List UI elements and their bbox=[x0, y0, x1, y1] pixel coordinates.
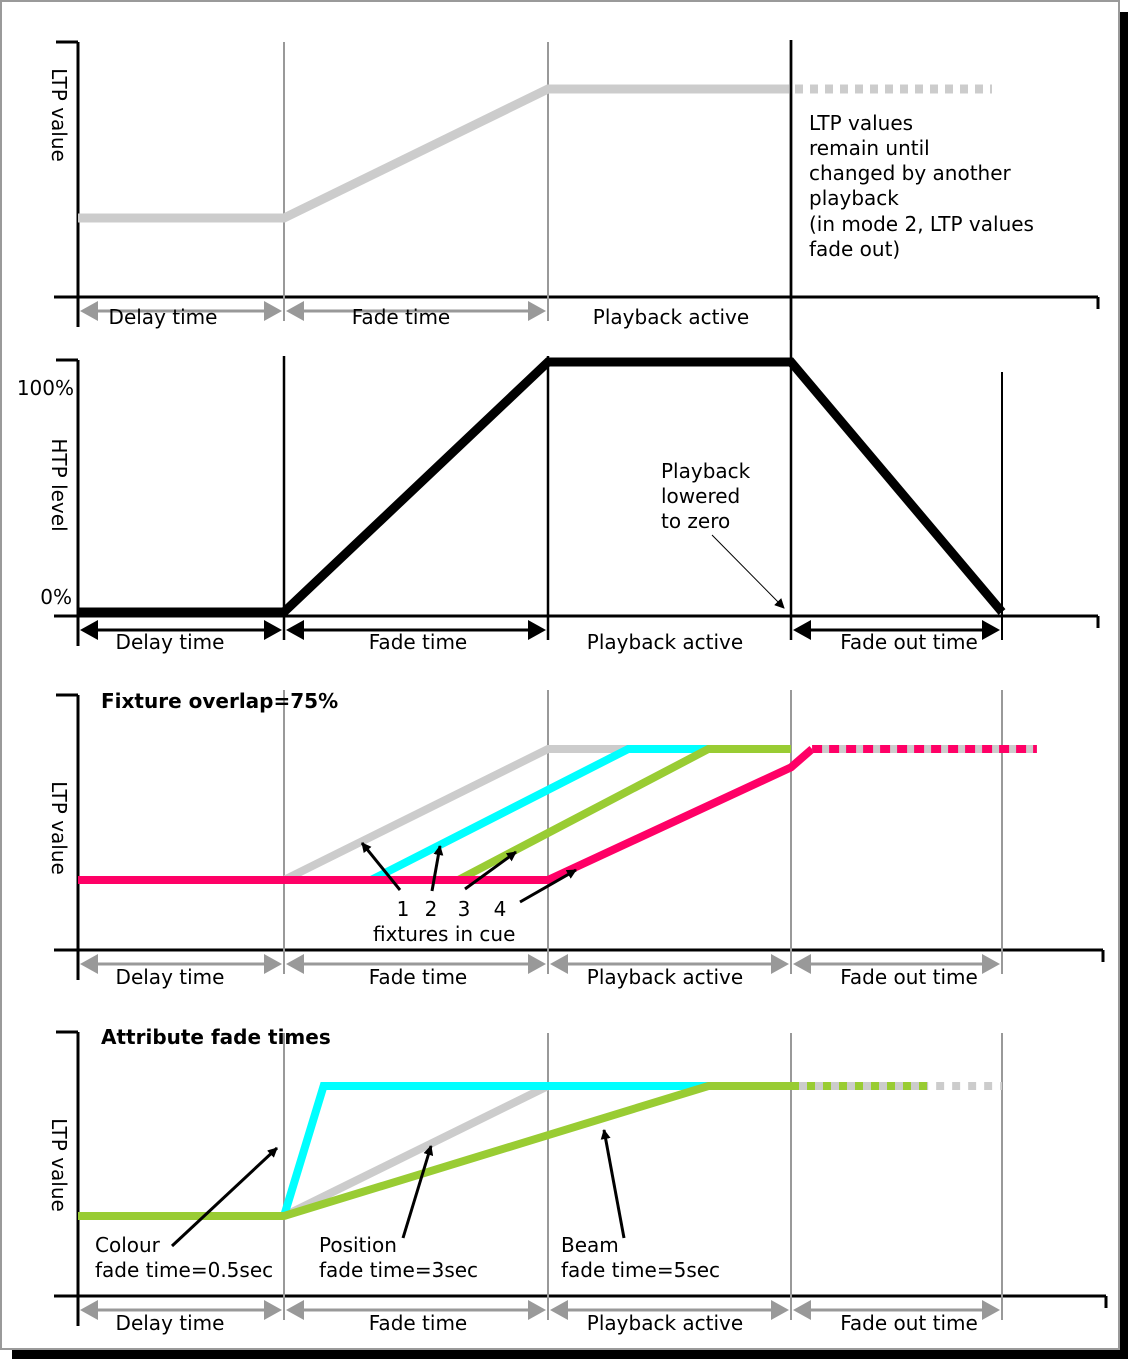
position-fade-time: fade time=3sec bbox=[319, 1258, 478, 1282]
ylabel: LTP value bbox=[47, 68, 71, 162]
arrow-right-icon bbox=[264, 1300, 282, 1320]
panel-ltp-value: LTP value LTP values remain until change… bbox=[47, 40, 1100, 340]
panel-title: Fixture overlap=75% bbox=[101, 689, 338, 713]
arrow-icon bbox=[711, 534, 785, 609]
arrow-left-icon bbox=[550, 1300, 568, 1320]
phase-label-fade: Fade time bbox=[369, 1311, 467, 1335]
panel-title: Attribute fade times bbox=[101, 1025, 331, 1049]
playback-lowered-note: Playback lowered to zero bbox=[661, 459, 785, 609]
phase-label-active: Playback active bbox=[593, 305, 749, 329]
ylabel: LTP value bbox=[47, 781, 71, 875]
phase-label-fade-out: Fade out time bbox=[840, 630, 978, 654]
series-htp-level bbox=[78, 357, 1006, 617]
tick-100: 100% bbox=[17, 376, 74, 400]
arrow-right-icon bbox=[982, 1300, 1000, 1320]
fixture-callouts: 1 2 3 4 fixtures in cue bbox=[360, 842, 577, 946]
arrow-right-icon bbox=[982, 954, 1000, 974]
phase-label-fade-out: Fade out time bbox=[840, 965, 978, 989]
fixture-number: 2 bbox=[425, 897, 438, 921]
arrow-right-icon bbox=[528, 301, 546, 321]
beam-fade-time: fade time=5sec bbox=[561, 1258, 720, 1282]
arrow-icon bbox=[170, 1146, 279, 1248]
arrow-right-icon bbox=[528, 620, 546, 640]
phase-label-fade: Fade time bbox=[369, 965, 467, 989]
fixture-number: 1 bbox=[397, 897, 410, 921]
arrow-left-icon bbox=[80, 954, 98, 974]
arrow-left-icon bbox=[286, 301, 304, 321]
arrow-left-icon bbox=[793, 954, 811, 974]
arrow-icon bbox=[401, 1145, 434, 1239]
fixture-number: 3 bbox=[458, 897, 471, 921]
arrow-left-icon bbox=[80, 301, 98, 321]
note-line: changed by another bbox=[809, 161, 1012, 185]
arrow-left-icon bbox=[80, 620, 98, 640]
arrow-right-icon bbox=[528, 1300, 546, 1320]
ltp-note: LTP values remain until changed by anoth… bbox=[809, 111, 1034, 261]
phase-label-active: Playback active bbox=[587, 965, 743, 989]
phase-label-delay: Delay time bbox=[116, 630, 225, 654]
phase-label-delay: Delay time bbox=[109, 305, 218, 329]
arrow-left-icon bbox=[550, 954, 568, 974]
arrow-right-icon bbox=[982, 620, 1000, 640]
arrow-right-icon bbox=[264, 620, 282, 640]
arrow-right-icon bbox=[528, 954, 546, 974]
arrow-right-icon bbox=[771, 1300, 789, 1320]
ylabel: HTP level bbox=[47, 438, 71, 531]
note-line: lowered bbox=[661, 484, 740, 508]
note-line: remain until bbox=[809, 136, 930, 160]
note-line: LTP values bbox=[809, 111, 913, 135]
timing-diagram: LTP value LTP values remain until change… bbox=[17, 40, 1108, 1335]
series-fixture-4 bbox=[78, 745, 815, 884]
fixture-number: 4 bbox=[494, 897, 507, 921]
phase-label-fade-out: Fade out time bbox=[840, 1311, 978, 1335]
note-line: fade out) bbox=[809, 237, 900, 261]
arrow-icon bbox=[600, 1129, 626, 1239]
fixtures-caption: fixtures in cue bbox=[373, 922, 515, 946]
series-ltp-value bbox=[78, 84, 791, 223]
position-label: Position bbox=[319, 1233, 397, 1257]
colour-fade-time: fade time=0.5sec bbox=[95, 1258, 273, 1282]
series-beam bbox=[78, 1082, 791, 1220]
tick-0: 0% bbox=[40, 585, 72, 609]
beam-label: Beam bbox=[561, 1233, 619, 1257]
panel-fixture-overlap: Fixture overlap=75% LTP value 1 2 3 4 fi… bbox=[47, 689, 1105, 989]
phase-label-fade: Fade time bbox=[369, 630, 467, 654]
series-fixture-1 bbox=[282, 745, 791, 884]
phase-label-active: Playback active bbox=[587, 630, 743, 654]
arrow-right-icon bbox=[264, 954, 282, 974]
note-line: to zero bbox=[661, 509, 730, 533]
phase-label-active: Playback active bbox=[587, 1311, 743, 1335]
phase-label-delay: Delay time bbox=[116, 965, 225, 989]
phase-label-delay: Delay time bbox=[116, 1311, 225, 1335]
arrow-left-icon bbox=[793, 1300, 811, 1320]
panel-htp-level: HTP level 100% 0% Playback lowered to ze… bbox=[17, 40, 1100, 654]
note-line: (in mode 2, LTP values bbox=[809, 212, 1034, 236]
note-line: playback bbox=[809, 186, 899, 210]
arrow-left-icon bbox=[80, 1300, 98, 1320]
note-line: Playback bbox=[661, 459, 751, 483]
arrow-right-icon bbox=[264, 301, 282, 321]
arrow-right-icon bbox=[771, 954, 789, 974]
arrow-left-icon bbox=[286, 954, 304, 974]
arrow-left-icon bbox=[793, 620, 811, 640]
ylabel: LTP value bbox=[47, 1118, 71, 1212]
phase-label-fade: Fade time bbox=[352, 305, 450, 329]
colour-label: Colour bbox=[95, 1233, 161, 1257]
panel-attribute-fade-times: Attribute fade times LTP value Colour fa… bbox=[47, 1025, 1108, 1335]
arrow-left-icon bbox=[286, 620, 304, 640]
arrow-left-icon bbox=[286, 1300, 304, 1320]
